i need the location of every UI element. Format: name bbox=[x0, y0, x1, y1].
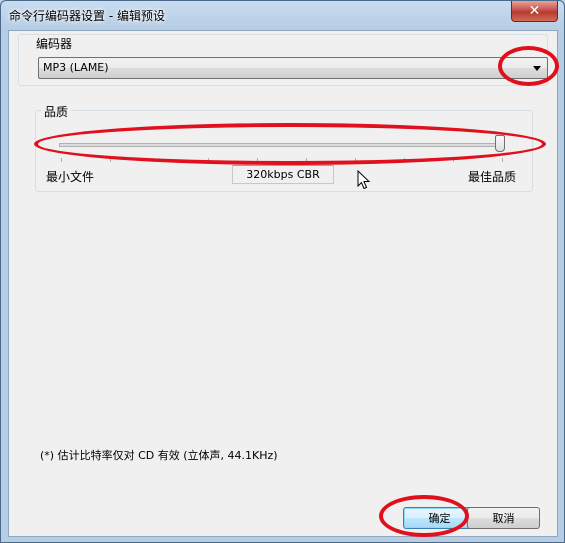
slider-tick bbox=[159, 158, 160, 162]
bitrate-readout: 320kbps CBR bbox=[232, 165, 334, 184]
slider-tick bbox=[257, 158, 258, 162]
slider-tick bbox=[453, 158, 454, 162]
slider-tick bbox=[502, 158, 503, 162]
slider-tick bbox=[61, 158, 62, 162]
slider-tick bbox=[306, 158, 307, 162]
encoder-group-label: 编码器 bbox=[34, 35, 75, 52]
max-quality-label: 最佳品质 bbox=[468, 170, 517, 184]
window-title: 命令行编码器设置 - 编辑预设 bbox=[9, 9, 165, 23]
ok-button[interactable]: 确定 bbox=[403, 507, 476, 529]
quality-group-label: 品质 bbox=[41, 103, 72, 120]
cancel-button[interactable]: 取消 bbox=[467, 507, 540, 529]
close-icon: ✕ bbox=[528, 3, 541, 19]
dialog-window: 命令行编码器设置 - 编辑预设 ✕ 编码器 MP3 (LAME) 品质 最小文件… bbox=[0, 0, 565, 543]
quality-slider-thumb[interactable] bbox=[495, 135, 505, 152]
quality-slider-track[interactable] bbox=[59, 143, 503, 147]
slider-tick bbox=[404, 158, 405, 162]
encoder-groupbox: 编码器 MP3 (LAME) bbox=[18, 34, 548, 86]
slider-tick bbox=[208, 158, 209, 162]
mouse-cursor-icon bbox=[357, 170, 371, 190]
encoder-select-value: MP3 (LAME) bbox=[43, 61, 109, 74]
slider-tick bbox=[355, 158, 356, 162]
min-size-label: 最小文件 bbox=[46, 170, 95, 184]
encoder-select[interactable]: MP3 (LAME) bbox=[38, 57, 548, 79]
dialog-client-area: 编码器 MP3 (LAME) 品质 最小文件 320kbps CBR 最佳品质 … bbox=[8, 30, 558, 537]
close-button[interactable]: ✕ bbox=[511, 1, 558, 22]
bitrate-note: (*) 估计比特率仅对 CD 有效 (立体声, 44.1KHz) bbox=[40, 449, 278, 462]
chevron-down-icon[interactable] bbox=[533, 66, 541, 71]
title-bar[interactable]: 命令行编码器设置 - 编辑预设 ✕ bbox=[1, 1, 564, 29]
slider-tick bbox=[110, 158, 111, 162]
